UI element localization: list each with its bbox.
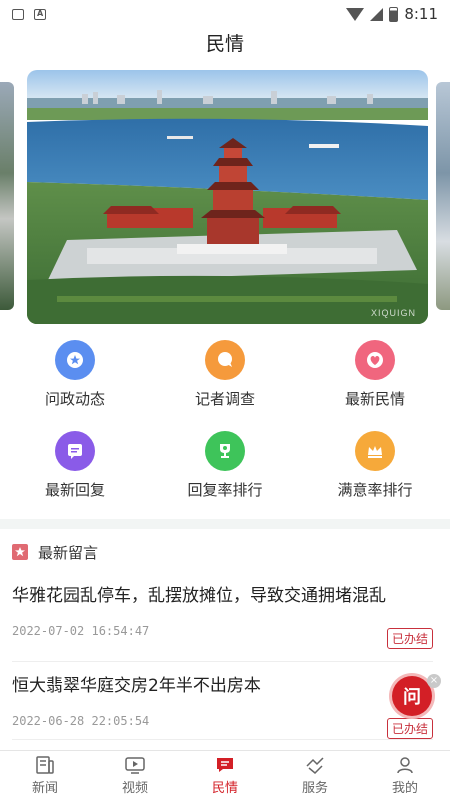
profile-icon: [397, 756, 413, 773]
app-notification-icon: [34, 8, 46, 20]
feature-label: 最新回复: [44, 481, 105, 499]
feature-reporter-investigation[interactable]: 记者调查: [150, 340, 300, 409]
page-title: 民情: [205, 33, 244, 55]
message-title: 华雅花园乱停车，乱摆放摊位，导致交通拥堵混乱: [12, 586, 386, 606]
tab-label: 服务: [301, 780, 328, 796]
tab-news[interactable]: 新闻: [0, 751, 90, 800]
list-item[interactable]: 华雅花园乱停车，乱摆放摊位，导致交通拥堵混乱 2022-07-02 16:54:…: [12, 584, 433, 662]
status-left: [12, 8, 46, 20]
feature-grid: 问政动态 记者调查 最新民情 最新回复 回复率排行 满意率排行: [0, 340, 450, 500]
feature-reply-rate-ranking[interactable]: 回复率排行: [150, 431, 300, 500]
carousel-prev-slide[interactable]: [0, 82, 14, 310]
section-title: 最新留言: [38, 543, 99, 562]
pavilion-photo: [27, 70, 428, 324]
bottom-nav: 新闻 视频 民情 服务 我的: [0, 750, 450, 800]
image-notification-icon: [12, 8, 24, 20]
crown-icon: [355, 431, 395, 471]
tab-video[interactable]: 视频: [90, 751, 180, 800]
status-bar: 8:11: [0, 0, 450, 28]
clock: 8:11: [404, 5, 438, 23]
message-title: 恒大翡翠华庭交房2年半不出房本: [12, 676, 261, 696]
message-time: 2022-06-28 22:05:54: [12, 714, 150, 728]
service-icon: [306, 756, 324, 774]
star-icon: [12, 544, 28, 560]
wifi-icon: [346, 7, 365, 21]
status-badge: 已办结: [386, 628, 433, 649]
list-item[interactable]: 恒大翡翠华庭交房2年半不出房本 2022-06-28 22:05:54 已办结: [12, 662, 433, 740]
photo-watermark: XIQUIGN: [370, 308, 416, 318]
tab-opinion[interactable]: 民情: [180, 751, 270, 800]
message-time: 2022-07-02 16:54:47: [12, 624, 150, 638]
message-icon: [55, 431, 95, 471]
feature-label: 最新民情: [344, 390, 405, 408]
feature-latest-reply[interactable]: 最新回复: [0, 431, 150, 500]
tab-profile[interactable]: 我的: [360, 751, 450, 800]
signal-icon: [370, 7, 384, 21]
tab-label: 视频: [121, 780, 148, 796]
feature-label: 问政动态: [44, 390, 105, 408]
star-badge-icon: [55, 340, 95, 380]
message-list: 华雅花园乱停车，乱摆放摊位，导致交通拥堵混乱 2022-07-02 16:54:…: [12, 584, 433, 740]
carousel-next-slide[interactable]: [436, 82, 450, 310]
section-divider: [0, 519, 450, 529]
feature-policy-news[interactable]: 问政动态: [0, 340, 150, 409]
feature-satisfaction-ranking[interactable]: 满意率排行: [300, 431, 450, 500]
feature-label: 记者调查: [194, 390, 255, 408]
trophy-icon: [205, 431, 245, 471]
video-icon: [125, 756, 145, 774]
tab-service[interactable]: 服务: [270, 751, 360, 800]
ask-question-button[interactable]: 问: [392, 676, 432, 716]
banner-carousel[interactable]: XIQUIGN: [0, 68, 450, 326]
opinion-icon: [217, 757, 233, 772]
tab-label: 新闻: [31, 780, 58, 796]
heart-icon: [355, 340, 395, 380]
status-right: 8:11: [346, 5, 438, 23]
status-badge: 已办结: [386, 718, 433, 739]
tab-label: 我的: [391, 780, 418, 796]
latest-messages-header: 最新留言: [12, 538, 98, 566]
chat-bubble-icon: [205, 340, 245, 380]
feature-label: 满意率排行: [337, 481, 413, 499]
tab-label: 民情: [211, 780, 238, 796]
close-icon[interactable]: ×: [427, 674, 441, 688]
battery-icon: [389, 6, 399, 22]
feature-latest-opinion[interactable]: 最新民情: [300, 340, 450, 409]
feature-label: 回复率排行: [187, 481, 263, 499]
news-icon: [36, 755, 54, 774]
banner-slide[interactable]: XIQUIGN: [27, 70, 428, 324]
